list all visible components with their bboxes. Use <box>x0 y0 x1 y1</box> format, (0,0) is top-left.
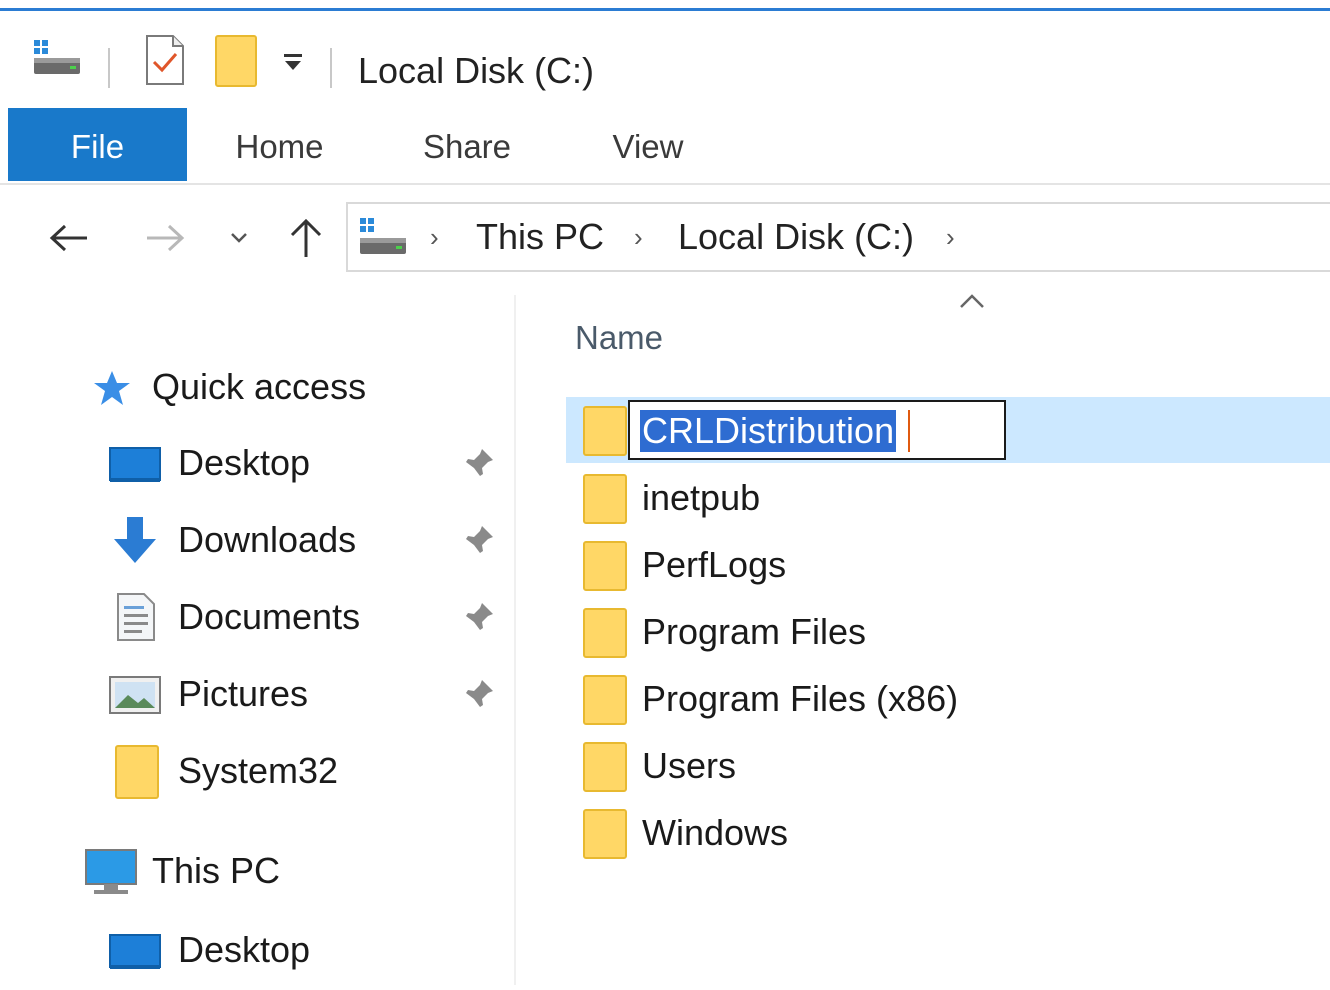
file-row[interactable]: inetpub <box>566 465 1330 531</box>
folder-icon <box>583 541 627 591</box>
nav-item-this-pc[interactable]: This PC <box>0 840 515 902</box>
tab-file[interactable]: File <box>8 108 187 181</box>
star-icon <box>94 371 130 405</box>
folder-icon <box>583 742 627 792</box>
toolbar-separator <box>330 48 332 88</box>
sort-ascending-icon <box>958 292 986 315</box>
nav-label: Pictures <box>178 673 309 714</box>
file-name: PerfLogs <box>642 544 787 585</box>
pin-icon[interactable] <box>462 523 496 557</box>
computer-icon <box>85 849 137 894</box>
desktop-icon <box>109 447 161 482</box>
pin-icon[interactable] <box>462 600 496 634</box>
pin-icon[interactable] <box>462 446 496 480</box>
toolbar-separator <box>108 48 110 88</box>
file-row[interactable]: PerfLogs <box>566 532 1330 598</box>
drive-icon[interactable] <box>32 38 82 83</box>
file-row[interactable]: Windows <box>566 800 1330 866</box>
text-caret <box>908 410 910 452</box>
back-arrow-icon <box>49 224 87 252</box>
folder-icon <box>583 809 627 859</box>
recent-locations-button[interactable] <box>226 212 252 264</box>
folder-icon <box>115 745 159 799</box>
folder-icon <box>583 675 627 725</box>
nav-item-system32[interactable]: System32 <box>0 740 515 802</box>
up-button[interactable] <box>284 212 328 264</box>
window-title: Local Disk (C:) <box>358 50 595 91</box>
file-name: Program Files (x86) <box>642 678 959 719</box>
file-name: Windows <box>642 812 789 853</box>
nav-label: This PC <box>152 850 281 891</box>
pin-icon[interactable] <box>462 677 496 711</box>
forward-button[interactable] <box>140 212 190 264</box>
drive-icon <box>358 216 408 263</box>
nav-item-downloads[interactable]: Downloads <box>0 509 515 571</box>
column-header-name[interactable]: Name <box>575 316 663 360</box>
folder-icon <box>583 406 627 456</box>
nav-item-pictures[interactable]: Pictures <box>0 663 515 725</box>
documents-icon <box>117 593 155 641</box>
up-arrow-icon <box>290 218 322 257</box>
breadcrumb-chevron-icon[interactable]: › <box>634 214 643 260</box>
file-name: Program Files <box>642 611 867 652</box>
breadcrumb-local-disk[interactable]: Local Disk (C:) <box>678 214 914 260</box>
forward-arrow-icon <box>147 224 185 252</box>
pane-divider[interactable] <box>514 295 516 985</box>
nav-label: Quick access <box>152 366 367 407</box>
window-top-border <box>0 8 1330 11</box>
navigation-pane: Quick access Desktop Downloads Documents <box>0 290 515 990</box>
nav-item-desktop[interactable]: Desktop <box>0 432 515 494</box>
properties-icon[interactable] <box>145 34 185 91</box>
file-row[interactable]: Program Files (x86) <box>566 666 1330 732</box>
rename-input[interactable]: CRLDistribution <box>628 400 1006 460</box>
nav-label: Desktop <box>178 442 311 483</box>
nav-label: Downloads <box>178 519 357 560</box>
tab-share[interactable]: Share <box>392 108 542 181</box>
breadcrumb-this-pc[interactable]: This PC <box>476 214 604 260</box>
chevron-down-icon <box>231 233 247 243</box>
nav-item-quick-access[interactable]: Quick access <box>0 356 515 418</box>
nav-label: System32 <box>178 750 339 791</box>
nav-label: Desktop <box>178 929 311 970</box>
downloads-icon <box>114 517 156 563</box>
breadcrumb-chevron-icon[interactable]: › <box>430 214 439 260</box>
address-bar[interactable]: › This PC › Local Disk (C:) › <box>346 202 1330 272</box>
back-button[interactable] <box>44 212 94 264</box>
folder-icon <box>583 608 627 658</box>
ribbon: File Home Share View <box>0 108 1330 185</box>
file-name: inetpub <box>642 477 761 518</box>
file-row[interactable]: Program Files <box>566 599 1330 665</box>
pictures-icon <box>109 676 161 714</box>
nav-label: Documents <box>178 596 361 637</box>
customize-toolbar-icon[interactable] <box>282 52 304 79</box>
desktop-icon <box>109 934 161 969</box>
new-folder-icon[interactable] <box>214 34 258 93</box>
folder-icon <box>583 474 627 524</box>
tab-view[interactable]: View <box>578 108 718 181</box>
rename-selected-text: CRLDistribution <box>640 410 897 452</box>
title-bar: Local Disk (C:) <box>0 12 1330 107</box>
file-row[interactable]: Users <box>566 733 1330 799</box>
nav-item-documents[interactable]: Documents <box>0 586 515 648</box>
breadcrumb-chevron-icon[interactable]: › <box>946 214 955 260</box>
file-name: Users <box>642 745 737 786</box>
nav-item-this-pc-desktop[interactable]: Desktop <box>0 919 515 981</box>
tab-home[interactable]: Home <box>207 108 352 181</box>
